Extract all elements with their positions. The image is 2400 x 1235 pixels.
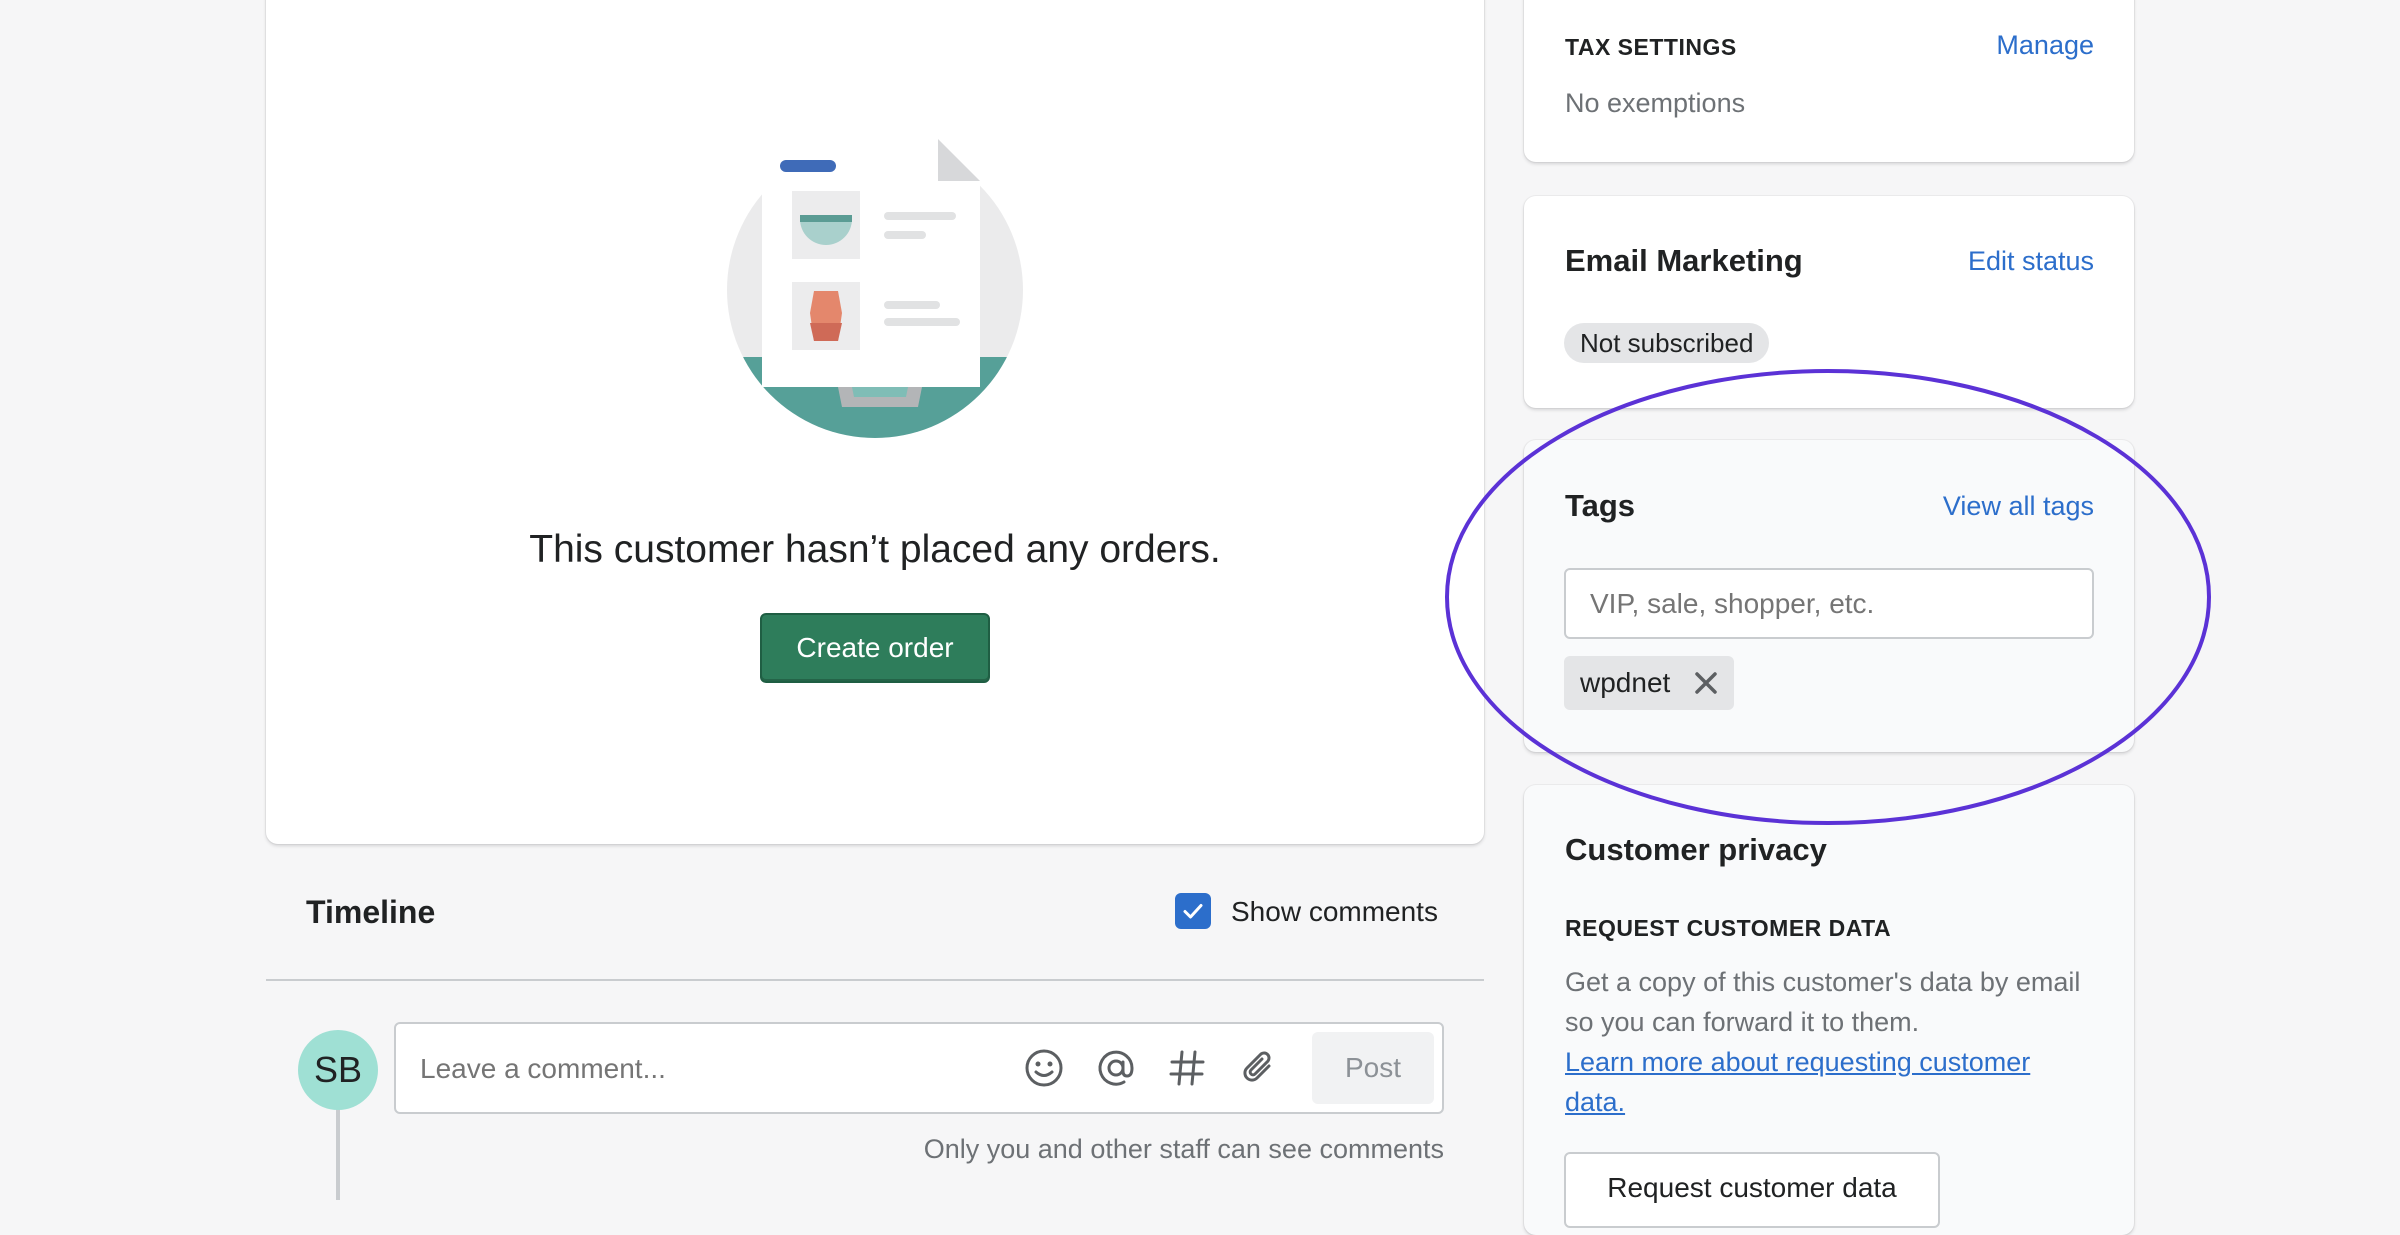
tax-exemptions-value: No exemptions xyxy=(1565,88,1746,118)
email-marketing-card xyxy=(1524,196,2134,408)
staff-comments-note: Only you and other staff can see comment… xyxy=(923,1134,1444,1164)
tags-input[interactable] xyxy=(1564,568,2094,639)
avatar: SB xyxy=(298,1030,378,1110)
comment-input[interactable] xyxy=(418,1040,1002,1098)
customer-privacy-title: Customer privacy xyxy=(1565,832,1827,867)
edit-email-status-link[interactable]: Edit status xyxy=(1968,246,2094,277)
close-icon xyxy=(1695,672,1718,694)
email-marketing-title: Email Marketing xyxy=(1565,243,1803,278)
tax-settings-card xyxy=(1524,0,2134,162)
smiley-icon xyxy=(1025,1049,1063,1087)
post-button[interactable]: Post xyxy=(1312,1032,1434,1104)
email-status-badge: Not subscribed xyxy=(1564,323,1770,363)
tax-settings-title: TAX SETTINGS xyxy=(1565,34,1737,60)
remove-tag-button[interactable] xyxy=(1692,669,1720,697)
show-comments-checkbox[interactable] xyxy=(1175,893,1211,929)
tags-title: Tags xyxy=(1565,488,1636,523)
timeline-title: Timeline xyxy=(306,894,436,930)
emoji-button[interactable] xyxy=(1021,1045,1067,1091)
mention-button[interactable] xyxy=(1093,1045,1139,1091)
paperclip-icon xyxy=(1243,1051,1271,1082)
hashtag-button[interactable] xyxy=(1164,1045,1210,1091)
show-comments-label[interactable]: Show comments xyxy=(1231,896,1438,928)
empty-orders-message: This customer hasn’t placed any orders. xyxy=(529,528,1221,571)
hashtag-icon xyxy=(1169,1050,1205,1086)
checkmark-icon xyxy=(1183,904,1203,919)
manage-tax-link[interactable]: Manage xyxy=(1996,30,2094,61)
view-all-tags-link[interactable]: View all tags xyxy=(1943,491,2094,522)
timeline-divider xyxy=(266,979,1484,981)
timeline-thread-line xyxy=(336,1100,340,1200)
empty-orders-illustration xyxy=(727,139,1023,438)
learn-more-link[interactable]: Learn more about requesting customer dat… xyxy=(1565,1042,2095,1122)
avatar-initials: SB xyxy=(313,1049,363,1090)
request-data-description: Get a copy of this customer's data by em… xyxy=(1565,967,2081,1037)
request-customer-data-button[interactable]: Request customer data xyxy=(1564,1152,1940,1228)
create-order-button[interactable]: Create order xyxy=(760,613,990,683)
at-icon xyxy=(1098,1050,1134,1086)
request-data-subtitle: REQUEST CUSTOMER DATA xyxy=(1565,915,1892,941)
tag-chip-label: wpdnet xyxy=(1580,667,1671,698)
tag-chip: wpdnet xyxy=(1564,656,1735,710)
attach-button[interactable] xyxy=(1236,1045,1282,1091)
